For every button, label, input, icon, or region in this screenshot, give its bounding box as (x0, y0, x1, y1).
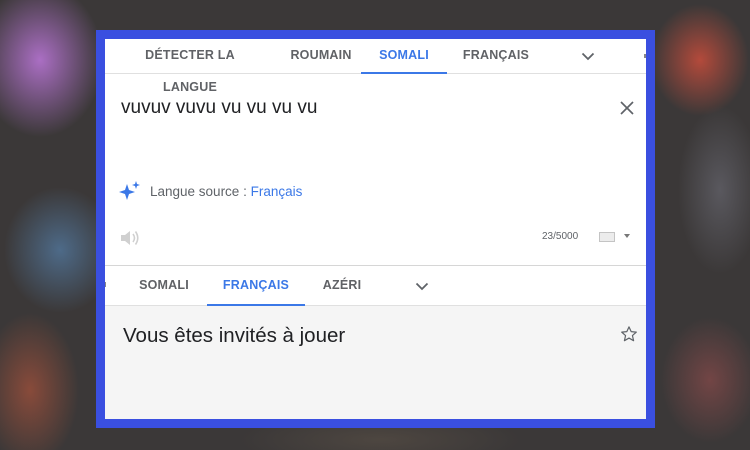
source-language-tabs: DÉTECTER LA LANGUE ROUMAIN SOMALI FRANÇA… (105, 39, 646, 94)
tab-french[interactable]: FRANÇAIS (461, 39, 531, 74)
tab-target-french[interactable]: FRANÇAIS (207, 266, 305, 306)
highlight-frame: DÉTECTER LA LANGUE ROUMAIN SOMALI FRANÇA… (96, 30, 655, 428)
star-outline-icon (621, 326, 637, 342)
source-text-input[interactable]: vuvuv vuvu vu vu vu vu (121, 97, 317, 119)
translation-panel: SOMALI FRANÇAIS AZÉRI Vous êtes invités … (105, 265, 646, 419)
keyboard-icon[interactable] (599, 232, 615, 242)
keyboard-menu-caret-icon[interactable] (624, 234, 630, 238)
scroll-edge-indicator (644, 54, 646, 58)
more-target-languages-button[interactable] (408, 266, 436, 306)
clear-source-button[interactable] (615, 96, 639, 120)
source-language-suggestion: Langue source : Français (150, 184, 302, 199)
sparkle-icon (119, 181, 140, 200)
tab-somali[interactable]: SOMALI (361, 39, 447, 74)
more-source-languages-button[interactable] (574, 39, 602, 73)
suggested-language-link[interactable]: Français (251, 184, 303, 199)
chevron-down-icon (581, 52, 595, 60)
suggestion-prefix: Langue source : (150, 184, 251, 199)
save-translation-button[interactable] (618, 323, 640, 345)
translate-card: DÉTECTER LA LANGUE ROUMAIN SOMALI FRANÇA… (105, 39, 646, 419)
tab-romanian[interactable]: ROUMAIN (281, 39, 361, 74)
tab-detect-language[interactable]: DÉTECTER LA LANGUE (117, 39, 263, 94)
tab-target-somali[interactable]: SOMALI (131, 266, 197, 306)
speaker-icon[interactable] (119, 228, 141, 248)
chevron-down-icon (415, 282, 429, 290)
translation-output: Vous êtes invités à jouer (123, 324, 346, 347)
target-language-tabs: SOMALI FRANÇAIS AZÉRI (105, 266, 646, 306)
close-icon (620, 101, 634, 115)
tab-target-azerbaijani[interactable]: AZÉRI (311, 266, 373, 306)
scroll-edge-indicator-left (105, 282, 106, 287)
character-counter: 23/5000 (542, 231, 579, 242)
